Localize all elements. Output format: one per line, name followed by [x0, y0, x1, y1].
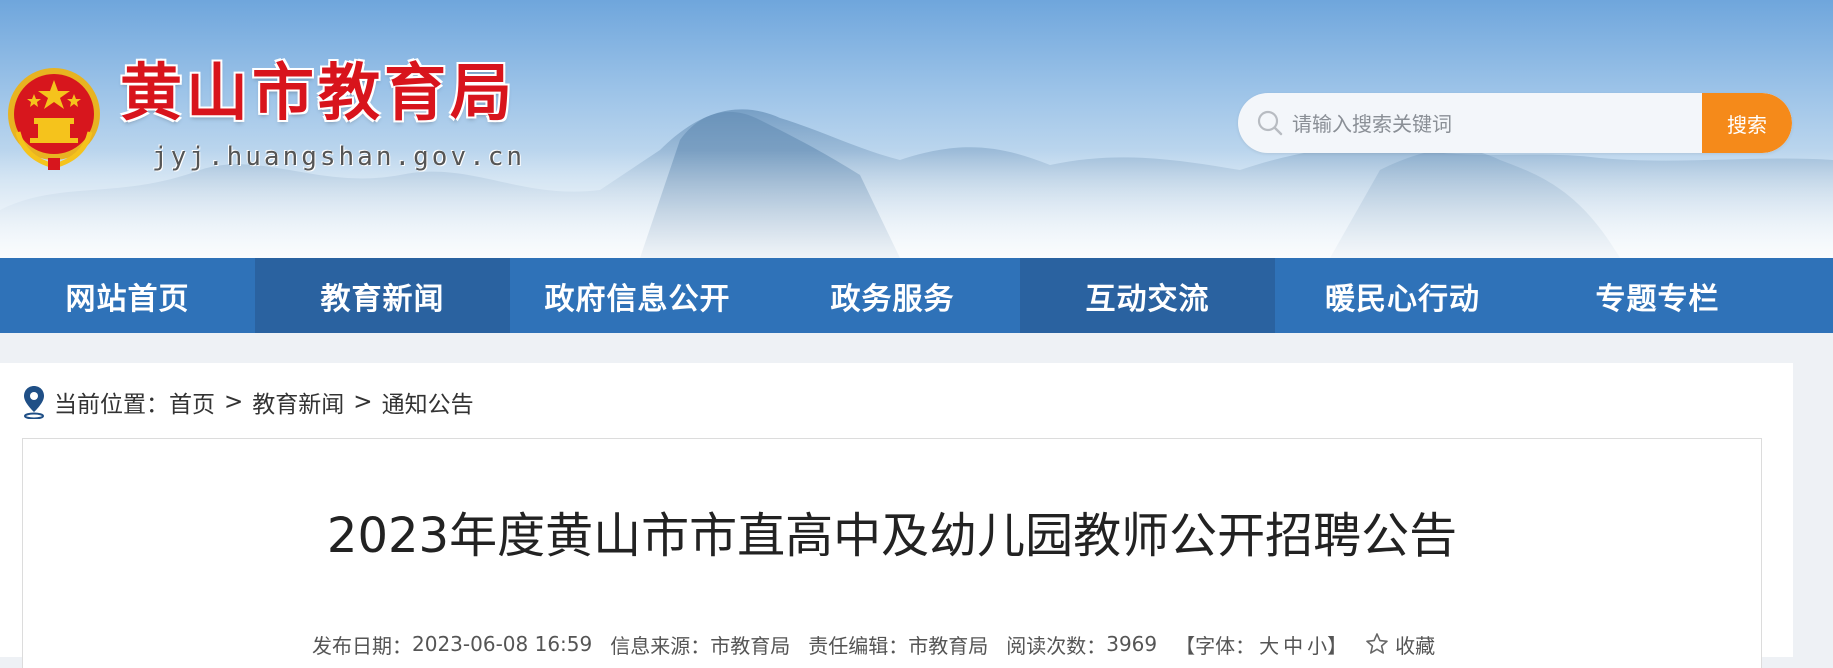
- nav-item-warm-action[interactable]: 暖民心行动: [1275, 258, 1530, 333]
- breadcrumb-home[interactable]: 首页: [169, 385, 215, 419]
- nav-item-gov-info[interactable]: 政府信息公开: [510, 258, 765, 333]
- star-icon: [1366, 633, 1388, 654]
- publish-date: 2023-06-08 16:59: [412, 632, 593, 656]
- editor-value: 市教育局: [908, 633, 989, 658]
- nav-item-gov-services[interactable]: 政务服务: [765, 258, 1020, 333]
- site-domain: jyj.huangshan.gov.cn: [152, 142, 526, 172]
- national-emblem-logo: [8, 68, 100, 170]
- font-large-button[interactable]: 大: [1259, 630, 1279, 659]
- search-input[interactable]: [1290, 93, 1704, 153]
- source-value: 市教育局: [710, 633, 791, 658]
- views-label: 阅读次数：: [1006, 633, 1107, 658]
- font-size-prefix: 【字体：: [1175, 633, 1256, 658]
- publish-date-label: 发布日期：: [312, 633, 412, 658]
- breadcrumb-separator: >: [224, 389, 244, 415]
- main-nav: 网站首页 教育新闻 政府信息公开 政务服务 互动交流 暖民心行动 专题专栏: [0, 258, 1833, 333]
- search-button[interactable]: 搜索: [1702, 93, 1792, 153]
- font-small-button[interactable]: 小: [1307, 630, 1327, 659]
- site-title[interactable]: 黄山市教育局: [120, 62, 516, 124]
- editor-label: 责任编辑：: [808, 633, 909, 658]
- views-count: 3969: [1106, 632, 1158, 656]
- font-size-suffix: 】: [1327, 633, 1348, 658]
- search-icon: [1257, 110, 1283, 136]
- breadcrumb: 当前位置： 首页 > 教育新闻 > 通知公告: [22, 384, 474, 420]
- breadcrumb-separator: >: [353, 389, 373, 415]
- header-banner: 黄山市教育局 jyj.huangshan.gov.cn 搜索: [0, 0, 1833, 258]
- breadcrumb-notices[interactable]: 通知公告: [382, 385, 474, 419]
- breadcrumb-prefix: 当前位置：: [54, 392, 169, 418]
- font-medium-button[interactable]: 中: [1283, 630, 1303, 659]
- article-title: 2023年度黄山市市直高中及幼儿园教师公开招聘公告: [326, 508, 1458, 564]
- favorite-button[interactable]: 收藏: [1365, 630, 1435, 659]
- article-meta: 发布日期： 2023-06-08 16:59 信息来源： 市教育局 责任编辑： …: [312, 630, 1435, 658]
- search-box: 搜索: [1238, 93, 1792, 153]
- breadcrumb-education-news[interactable]: 教育新闻: [252, 385, 344, 419]
- nav-item-education-news[interactable]: 教育新闻: [255, 258, 510, 333]
- nav-item-home[interactable]: 网站首页: [0, 258, 255, 333]
- location-pin-icon: [24, 386, 44, 419]
- nav-item-interaction[interactable]: 互动交流: [1020, 258, 1275, 333]
- source-label: 信息来源：: [610, 633, 711, 658]
- favorite-label: 收藏: [1395, 633, 1436, 658]
- nav-item-special-topics[interactable]: 专题专栏: [1530, 258, 1785, 333]
